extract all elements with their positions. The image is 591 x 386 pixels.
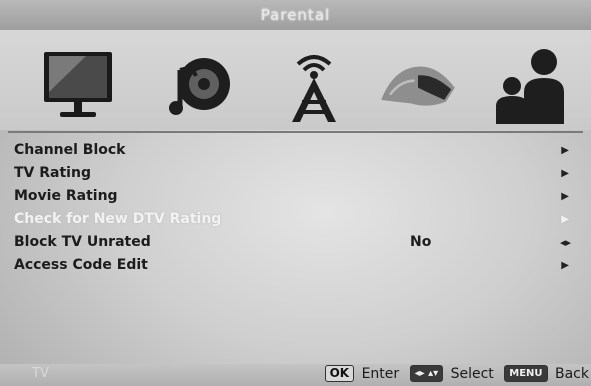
right-arrow-icon: ▶ bbox=[561, 145, 569, 156]
key-hints: OK Enter ◂▸ ▴▾ Select MENU Back bbox=[324, 365, 589, 382]
hand-settings-icon[interactable] bbox=[376, 44, 460, 126]
ok-key-icon: OK bbox=[324, 365, 355, 382]
menu-item-label: Channel Block bbox=[14, 142, 126, 158]
menu-item-channel-block[interactable]: Channel Block ▶ bbox=[0, 139, 591, 162]
tv-monitor-icon[interactable] bbox=[36, 44, 120, 126]
menu-item-movie-rating[interactable]: Movie Rating ▶ bbox=[0, 185, 591, 208]
right-arrow-icon: ▶ bbox=[561, 260, 569, 271]
select-hint: Select bbox=[450, 365, 494, 382]
menu-item-label: TV Rating bbox=[14, 165, 91, 181]
menu-item-access-code-edit[interactable]: Access Code Edit ▶ bbox=[0, 254, 591, 277]
osd-screen: Parental Channel Block ▶ TV Rating ▶ Mov… bbox=[0, 0, 591, 386]
audio-speaker-icon[interactable] bbox=[158, 44, 242, 126]
enter-hint: Enter bbox=[361, 365, 400, 382]
menu-item-tv-rating[interactable]: TV Rating ▶ bbox=[0, 162, 591, 185]
antenna-tower-icon[interactable] bbox=[272, 44, 356, 126]
right-arrow-icon: ▶ bbox=[561, 168, 569, 179]
menu-item-label: Block TV Unrated bbox=[14, 234, 151, 250]
menu-item-check-new-dtv-rating[interactable]: Check for New DTV Rating ▶ bbox=[0, 208, 591, 231]
menu-item-label: Movie Rating bbox=[14, 188, 118, 204]
navigation-keys-icon: ◂▸ ▴▾ bbox=[409, 365, 444, 382]
back-hint: Back bbox=[555, 365, 589, 382]
menu-item-label: Access Code Edit bbox=[14, 257, 148, 273]
left-right-arrows-icon[interactable]: ◂▸ bbox=[560, 231, 571, 254]
right-arrow-icon: ▶ bbox=[561, 214, 569, 225]
category-icon-bar bbox=[0, 30, 591, 130]
menu-item-label: Check for New DTV Rating bbox=[14, 211, 222, 227]
menu-key-icon: MENU bbox=[504, 365, 548, 382]
title-bar: Parental bbox=[0, 0, 591, 30]
input-source-label: TV bbox=[32, 366, 49, 381]
parental-people-icon[interactable] bbox=[488, 44, 572, 126]
block-tv-unrated-value: No bbox=[410, 234, 432, 250]
right-arrow-icon: ▶ bbox=[561, 191, 569, 202]
page-title: Parental bbox=[260, 6, 331, 24]
parental-menu: Channel Block ▶ TV Rating ▶ Movie Rating… bbox=[0, 139, 591, 277]
menu-item-block-tv-unrated[interactable]: Block TV Unrated No ◂▸ bbox=[0, 231, 591, 254]
menu-divider bbox=[8, 131, 583, 133]
footer-hint-bar: TV OK Enter ◂▸ ▴▾ Select MENU Back bbox=[0, 364, 591, 386]
